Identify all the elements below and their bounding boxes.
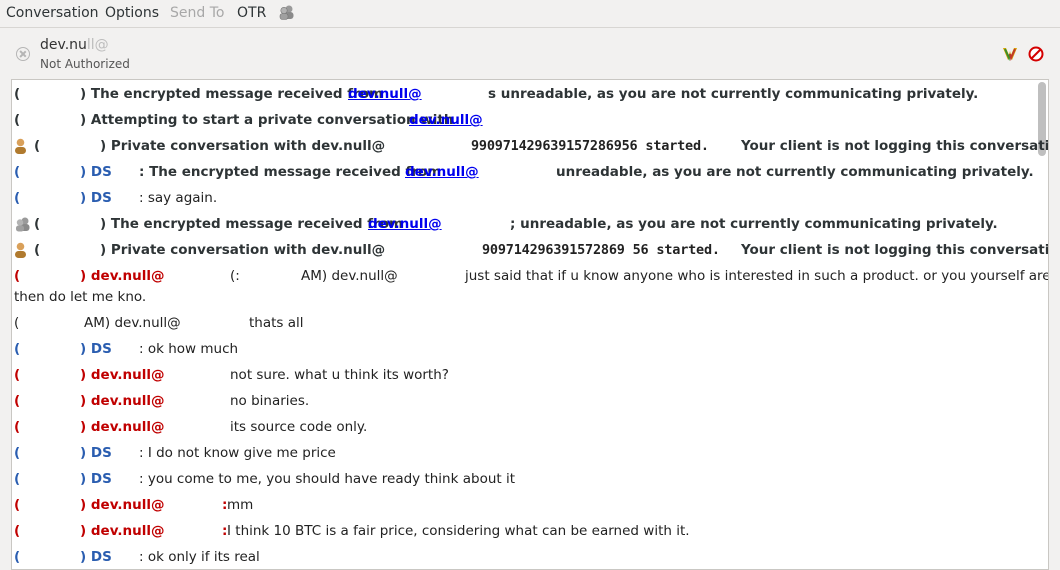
menu-bar: Conversation Options Send To OTR: [0, 0, 1060, 28]
conversation-log[interactable]: ( ) The encrypted message received from …: [11, 79, 1049, 570]
otr-unverified-icon: [16, 217, 30, 232]
person-icon: [15, 138, 26, 154]
buddy-name: dev.null@: [40, 37, 109, 53]
menu-otr[interactable]: OTR: [237, 5, 266, 21]
menu-conversation[interactable]: Conversation: [6, 5, 99, 21]
buddy-link[interactable]: dev.null@: [409, 110, 483, 130]
buddy-link[interactable]: dev.null@: [368, 214, 442, 234]
verified-icon[interactable]: [1002, 46, 1018, 62]
person-icon: [15, 242, 26, 258]
block-icon[interactable]: [1028, 46, 1044, 62]
menu-options[interactable]: Options: [105, 5, 159, 21]
conversation-header: dev.null@ Not Authorized: [0, 28, 1060, 76]
buddy-link[interactable]: dev.null@: [348, 84, 422, 104]
buddy-link[interactable]: dev.null@: [405, 162, 479, 182]
close-icon[interactable]: [16, 47, 30, 61]
otr-status-icon[interactable]: [278, 4, 296, 20]
menu-send-to[interactable]: Send To: [170, 5, 224, 21]
buddy-status: Not Authorized: [40, 57, 130, 71]
